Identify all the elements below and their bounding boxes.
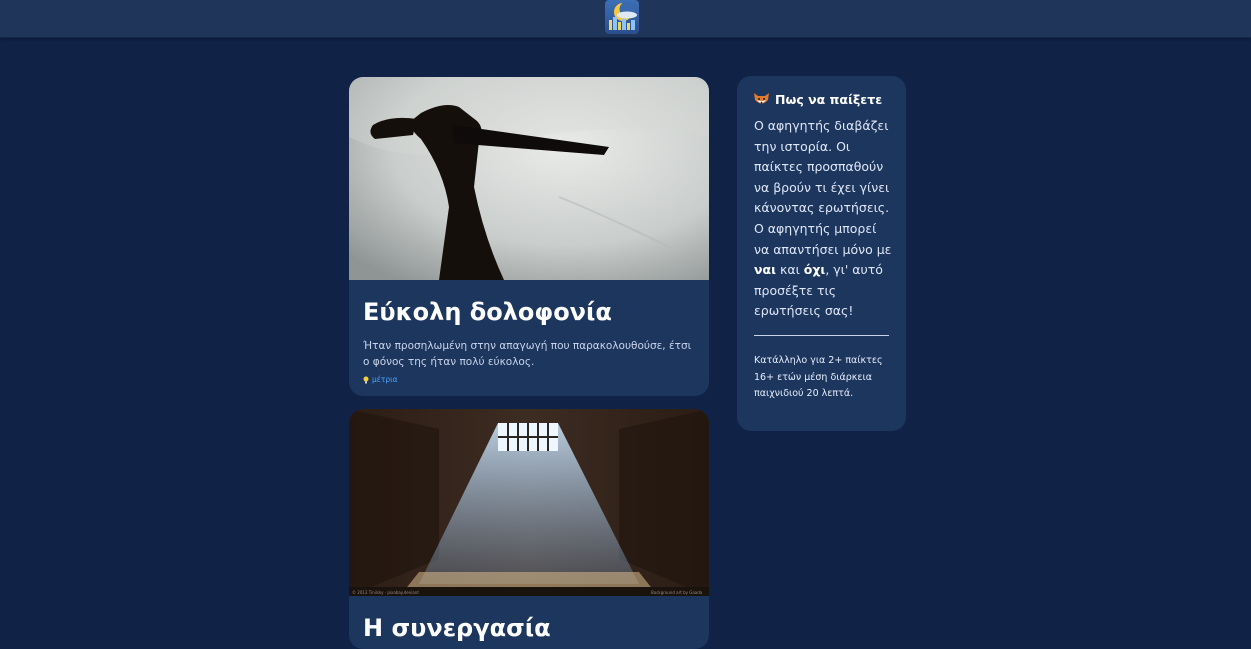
how-to-play-panel: Πως να παίξετε Ο αφηγητής διαβάζει την ι… <box>737 76 906 431</box>
divider <box>754 335 889 336</box>
story-card[interactable]: Εύκολη δολοφονία Ήταν προσηλωμένη στην α… <box>349 77 709 396</box>
no-word: όχι <box>803 262 826 278</box>
difficulty-tag[interactable]: μέτρια <box>362 375 695 384</box>
crescent-moon-city-logo-icon[interactable] <box>605 0 639 34</box>
lightbulb-icon <box>363 376 369 383</box>
rules-intro: Ο αφηγητής διαβάζει την ιστορία. Οι παίκ… <box>754 118 892 257</box>
story-card[interactable]: © 2013 Tinilsky · pixabay.deviant Backgr… <box>349 409 709 649</box>
how-to-play-heading: Πως να παίξετε <box>753 92 882 107</box>
prison-cell-light-image: © 2013 Tinilsky · pixabay.deviant Backgr… <box>349 409 709 596</box>
story-title[interactable]: Εύκολη δολοφονία <box>349 298 709 326</box>
game-info: Κατάλληλο για 2+ παίκτες 16+ ετών μέση δ… <box>754 355 883 399</box>
how-to-play-title: Πως να παίξετε <box>775 92 883 107</box>
image-credit-right: Background art by Gaada <box>651 590 703 595</box>
knife-silhouette-image <box>349 77 709 280</box>
image-credit-left: © 2013 Tinilsky · pixabay.deviant <box>352 590 419 595</box>
top-bar <box>0 0 1251 38</box>
story-title[interactable]: Η συνεργασία <box>349 614 709 642</box>
story-description: Ήταν προσηλωμένη στην απαγωγή που παρακο… <box>363 340 692 368</box>
difficulty-label: μέτρια <box>372 375 398 384</box>
fox-face-icon <box>754 93 769 104</box>
and-word: και <box>775 262 804 278</box>
yes-word: ναι <box>754 262 776 278</box>
how-to-play-text: Ο αφηγητής διαβάζει την ιστορία. Οι παίκ… <box>754 116 892 322</box>
